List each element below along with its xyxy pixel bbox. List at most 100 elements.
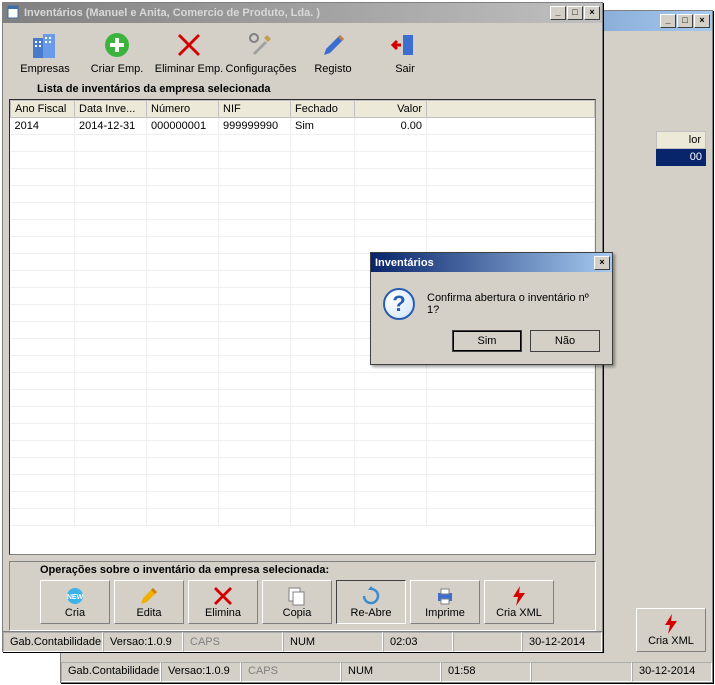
x-red-icon [173,29,205,61]
op-label: Re-Abre [351,607,392,619]
bg-cell-value[interactable]: 00 [656,149,706,166]
table-row-empty [11,186,595,203]
bg-col-header[interactable]: lor [656,131,706,149]
operations-panel: Operações sobre o inventário da empresa … [9,561,596,631]
bg-status-gab: Gab.Contabilidade [61,662,161,682]
exit-door-icon [389,29,421,61]
maximize-button[interactable]: □ [567,6,583,20]
col-valor[interactable]: Valor [355,101,427,118]
svg-text:NEW: NEW [67,594,84,601]
question-icon: ? [383,288,415,320]
status-gab: Gab.Contabilidade [3,632,103,652]
table-row-empty [11,441,595,458]
table-row-empty [11,169,595,186]
document-icon [7,5,20,22]
bg-maximize-button[interactable]: □ [677,14,693,28]
bg-status-caps: CAPS [241,662,341,682]
table-row-empty [11,509,595,526]
table-row-empty [11,135,595,152]
op-imprime-button[interactable]: Imprime [410,580,480,624]
toolbar-registo-label: Registo [314,63,351,75]
op-cria-button[interactable]: NEW Cria [40,580,110,624]
toolbar-eliminar-emp[interactable]: Eliminar Emp. [153,27,225,77]
op-label: Elimina [205,607,241,619]
bg-status-num: NUM [341,662,441,682]
dialog-message: Confirma abertura o inventário nº 1? [427,292,600,316]
bg-status-versao: Versao:1.0.9 [161,662,241,682]
toolbar-empresas-label: Empresas [20,63,70,75]
dialog-no-button[interactable]: Não [530,330,600,352]
toolbar-sair[interactable]: Sair [369,27,441,77]
close-button[interactable]: × [584,6,600,20]
op-label: Cria [65,607,85,619]
new-star-icon: NEW [64,585,86,607]
toolbar-eliminar-label: Eliminar Emp. [155,63,223,75]
status-versao: Versao:1.0.9 [103,632,183,652]
bg-status-time: 01:58 [441,662,531,682]
x-red-icon [213,585,233,607]
table-row-empty [11,220,595,237]
toolbar-criar-label: Criar Emp. [91,63,144,75]
op-copia-button[interactable]: Copia [262,580,332,624]
op-cria-xml-button[interactable]: Cria XML [484,580,554,624]
status-num: NUM [283,632,383,652]
refresh-icon [361,585,381,607]
plus-circle-icon [101,29,133,61]
bg-minimize-button[interactable]: _ [660,14,676,28]
toolbar-registo[interactable]: Registo [297,27,369,77]
table-row-empty [11,237,595,254]
minimize-button[interactable]: _ [550,6,566,20]
toolbar-config[interactable]: Configurações [225,27,297,77]
dialog-yes-button[interactable]: Sim [452,330,522,352]
pencil-yellow-icon [139,585,159,607]
table-row-empty [11,475,595,492]
toolbar-sair-label: Sair [395,63,415,75]
table-row-empty [11,373,595,390]
ops-label: Operações sobre o inventário da empresa … [10,562,595,580]
dialog-titlebar[interactable]: Inventários × [371,253,612,272]
bolt-icon [662,613,680,635]
op-label: Copia [283,607,312,619]
list-section-label: Lista de inventários da empresa selecion… [3,81,602,99]
statusbar: Gab.Contabilidade Versao:1.0.9 CAPS NUM … [3,631,602,651]
bg-status-date: 30-12-2014 [632,662,712,682]
op-label: Edita [136,607,161,619]
bolt-icon [511,585,527,607]
titlebar[interactable]: Inventários (Manuel e Anita, Comercio de… [3,3,602,23]
printer-icon [435,585,455,607]
window-title: Inventários (Manuel e Anita, Comercio de… [24,7,550,19]
table-row-empty [11,152,595,169]
table-row[interactable]: 20142014-12-31000000001999999990Sim0.00 [11,118,595,135]
col-numero[interactable]: Número [147,101,219,118]
status-date: 30-12-2014 [522,632,602,652]
dialog-title: Inventários [375,257,594,269]
table-row-empty [11,407,595,424]
col-blank [427,101,595,118]
table-row-empty [11,492,595,509]
pencil-icon [317,29,349,61]
op-re-abre-button[interactable]: Re-Abre [336,580,406,624]
bg-statusbar: Gab.Contabilidade Versao:1.0.9 CAPS NUM … [61,662,712,682]
op-label: Imprime [425,607,465,619]
col-data[interactable]: Data Inve... [75,101,147,118]
main-toolbar: Empresas Criar Emp. Eliminar Emp. Config… [3,23,602,81]
op-elimina-button[interactable]: Elimina [188,580,258,624]
table-row-empty [11,458,595,475]
table-row-empty [11,390,595,407]
bg-close-button[interactable]: × [694,14,710,28]
bg-criaxml-label: Cria XML [648,635,694,647]
col-nif[interactable]: NIF [219,101,291,118]
status-time: 02:03 [383,632,453,652]
buildings-icon [29,29,61,61]
toolbar-empresas[interactable]: Empresas [9,27,81,77]
bg-criaxml-button[interactable]: Cria XML [636,608,706,652]
table-header-row: Ano Fiscal Data Inve... Número NIF Fecha… [11,101,595,118]
col-ano[interactable]: Ano Fiscal [11,101,75,118]
dialog-close-button[interactable]: × [594,256,610,270]
status-caps: CAPS [183,632,283,652]
toolbar-config-label: Configurações [226,63,297,75]
toolbar-criar-emp[interactable]: Criar Emp. [81,27,153,77]
op-edita-button[interactable]: Edita [114,580,184,624]
col-fechado[interactable]: Fechado [291,101,355,118]
table-row-empty [11,203,595,220]
